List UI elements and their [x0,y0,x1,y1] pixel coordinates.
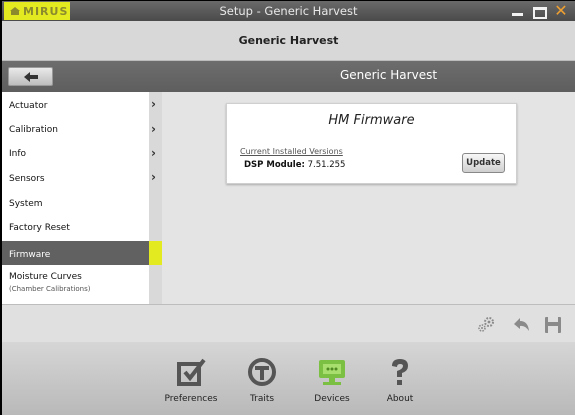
action-toolbar [2,304,575,342]
nav-label: Traits [249,394,275,404]
sidebar-item-actuator[interactable]: Actuator [2,92,149,116]
sidebar-item-factory-reset[interactable]: Factory Reset [2,214,149,238]
sidebar-item-firmware[interactable]: Firmware [2,241,149,265]
sidebar-item-sensors[interactable]: Sensors [2,165,149,189]
monitor-icon [319,360,345,385]
sidebar-scroll-thumb[interactable] [149,241,162,265]
sidebar-item-label: Firmware [9,250,51,260]
card-title: HM Firmware [328,113,415,128]
window-title: Setup - Generic Harvest [219,4,358,18]
question-icon [392,359,408,385]
back-button[interactable] [8,67,53,86]
nav-label: Preferences [164,394,218,404]
nav-about[interactable]: About [383,356,417,404]
bottom-nav: Preferences Traits Devices About [2,342,575,415]
update-button[interactable]: Update [462,153,505,173]
chevron-right-icon: › [151,170,156,184]
main-content: HM Firmware Current Installed Versions D… [162,92,575,304]
traits-t-icon [248,358,276,386]
sidebar-item-moisture-curves[interactable]: Moisture Curves (Chamber Calibrations) [2,264,149,300]
sidebar-item-label: System [9,199,43,209]
sidebar-item-sublabel: (Chamber Calibrations) [9,285,91,293]
page-header: Generic Harvest [2,21,575,61]
nav-label: Devices [314,394,350,404]
back-arrow-icon [24,72,38,82]
undo-icon[interactable] [512,315,532,335]
chevron-right-icon: › [151,97,156,111]
sidebar-item-label: Moisture Curves [9,272,82,282]
maximize-icon[interactable] [532,3,547,19]
chevron-right-icon: › [151,146,156,160]
sidebar-item-label: Calibration [9,125,58,135]
title-bar: MIRUS Setup - Generic Harvest ✕ [2,1,575,21]
checkbox-icon [177,358,206,386]
nav-title: Generic Harvest [339,68,438,82]
dsp-module-value: 7.51.255 [307,160,346,170]
sidebar-item-label: Factory Reset [9,223,70,233]
sidebar-item-info[interactable]: Info [2,140,149,164]
sidebar: Actuator › Calibration › Info › Sensors … [2,92,162,304]
nav-bar: Generic Harvest [2,61,575,92]
app-window: MIRUS Setup - Generic Harvest ✕ Generic … [0,0,575,415]
nav-traits[interactable]: Traits [242,356,282,404]
nav-devices[interactable]: Devices [308,356,356,404]
save-icon[interactable] [543,315,563,335]
sidebar-item-label: Actuator [9,101,48,111]
close-icon[interactable]: ✕ [553,3,569,19]
sidebar-item-system[interactable]: System [2,190,149,214]
minimize-icon[interactable] [512,3,526,19]
sidebar-item-label: Sensors [9,174,45,184]
dsp-module-row: DSP Module: 7.51.255 [244,160,345,170]
page-title: Generic Harvest [238,34,339,47]
firmware-card: HM Firmware Current Installed Versions D… [226,103,517,184]
sidebar-item-label: Info [9,149,27,159]
nav-label: About [386,394,414,404]
chevron-right-icon: › [151,122,156,136]
dsp-module-label: DSP Module: [244,160,305,170]
installed-versions-label: Current Installed Versions [240,147,343,156]
sidebar-item-calibration[interactable]: Calibration [2,116,149,140]
settings-gears-icon[interactable] [476,315,496,335]
nav-preferences[interactable]: Preferences [164,356,218,404]
